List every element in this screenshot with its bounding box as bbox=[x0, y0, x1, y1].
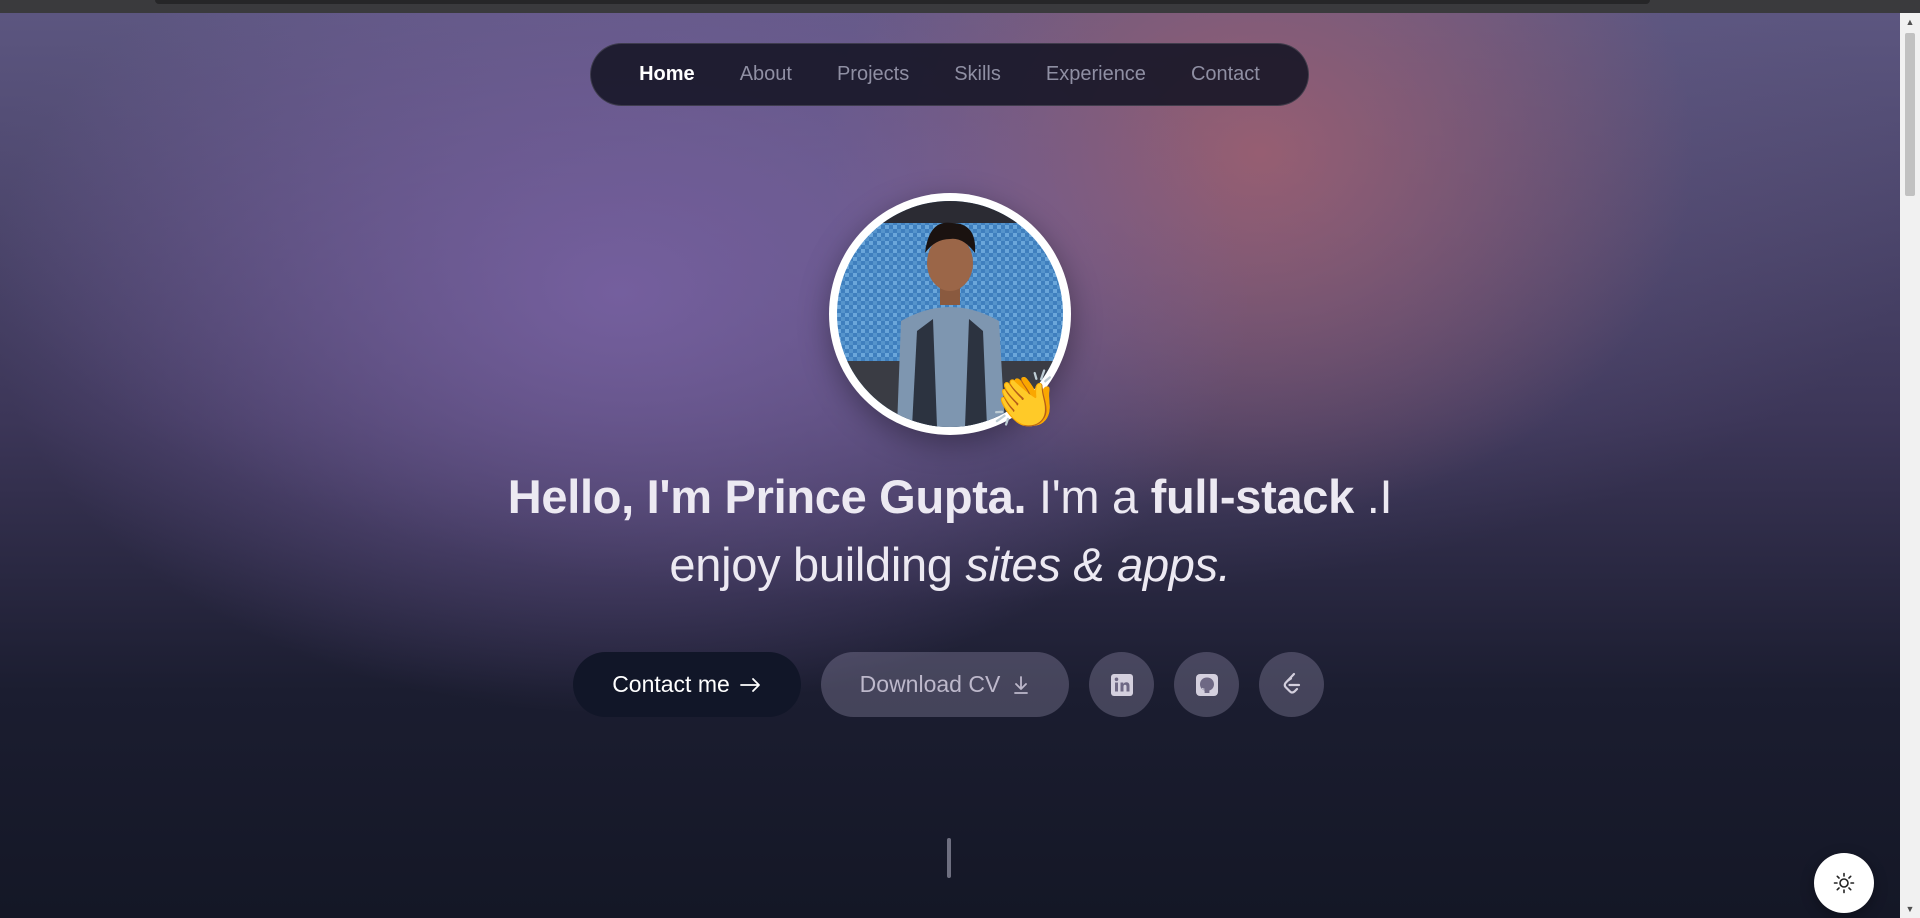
browser-tab-bar bbox=[155, 0, 1650, 4]
headline-sites-apps: sites & apps. bbox=[965, 538, 1231, 591]
scroll-up-arrow-icon[interactable]: ▲ bbox=[1900, 13, 1920, 31]
scroll-down-arrow-icon[interactable]: ▼ bbox=[1900, 900, 1920, 918]
contact-me-button[interactable]: Contact me bbox=[573, 652, 801, 717]
scroll-down-indicator[interactable] bbox=[947, 838, 951, 878]
contact-me-label: Contact me bbox=[612, 671, 730, 697]
hero-headline: Hello, I'm Prince Gupta. I'm a full-stac… bbox=[0, 463, 1900, 599]
arrow-right-icon bbox=[739, 677, 760, 692]
download-cv-label: Download CV bbox=[859, 671, 1001, 697]
main-nav: Home About Projects Skills Experience Co… bbox=[590, 43, 1309, 106]
headline-cursor: .I bbox=[1353, 470, 1393, 523]
nav-projects[interactable]: Projects bbox=[814, 63, 931, 86]
browser-tab-strip bbox=[0, 0, 1920, 13]
headline-line-1: Hello, I'm Prince Gupta. I'm a full-stac… bbox=[0, 463, 1900, 531]
headline-enjoy: enjoy building bbox=[669, 538, 966, 591]
download-cv-button[interactable]: Download CV bbox=[821, 652, 1069, 717]
github-button[interactable] bbox=[1174, 652, 1239, 717]
nav-experience[interactable]: Experience bbox=[1023, 63, 1168, 86]
headline-line-2: enjoy building sites & apps. bbox=[0, 531, 1900, 599]
nav-contact[interactable]: Contact bbox=[1168, 63, 1282, 86]
leetcode-button[interactable] bbox=[1259, 652, 1324, 717]
nav-about[interactable]: About bbox=[717, 63, 814, 86]
headline-role: full-stack bbox=[1150, 470, 1355, 523]
headline-im-a: I'm a bbox=[1026, 470, 1151, 523]
hero-actions: Contact me Download CV bbox=[573, 652, 1324, 717]
nav-skills[interactable]: Skills bbox=[932, 63, 1024, 86]
page-scrollbar[interactable]: ▲ ▼ bbox=[1900, 13, 1920, 918]
linkedin-icon bbox=[1110, 673, 1133, 696]
headline-greeting: Hello, I'm Prince Gupta. bbox=[507, 470, 1027, 523]
scrollbar-thumb[interactable] bbox=[1905, 33, 1915, 196]
theme-toggle-button[interactable] bbox=[1814, 853, 1874, 913]
sun-icon bbox=[1833, 872, 1855, 894]
linkedin-button[interactable] bbox=[1089, 652, 1154, 717]
hero-page: Home About Projects Skills Experience Co… bbox=[0, 13, 1900, 918]
wave-icon: 👏 bbox=[990, 368, 1060, 433]
download-icon bbox=[1014, 675, 1029, 694]
nav-home[interactable]: Home bbox=[617, 63, 718, 86]
github-icon bbox=[1195, 673, 1218, 696]
leetcode-icon bbox=[1283, 672, 1300, 694]
